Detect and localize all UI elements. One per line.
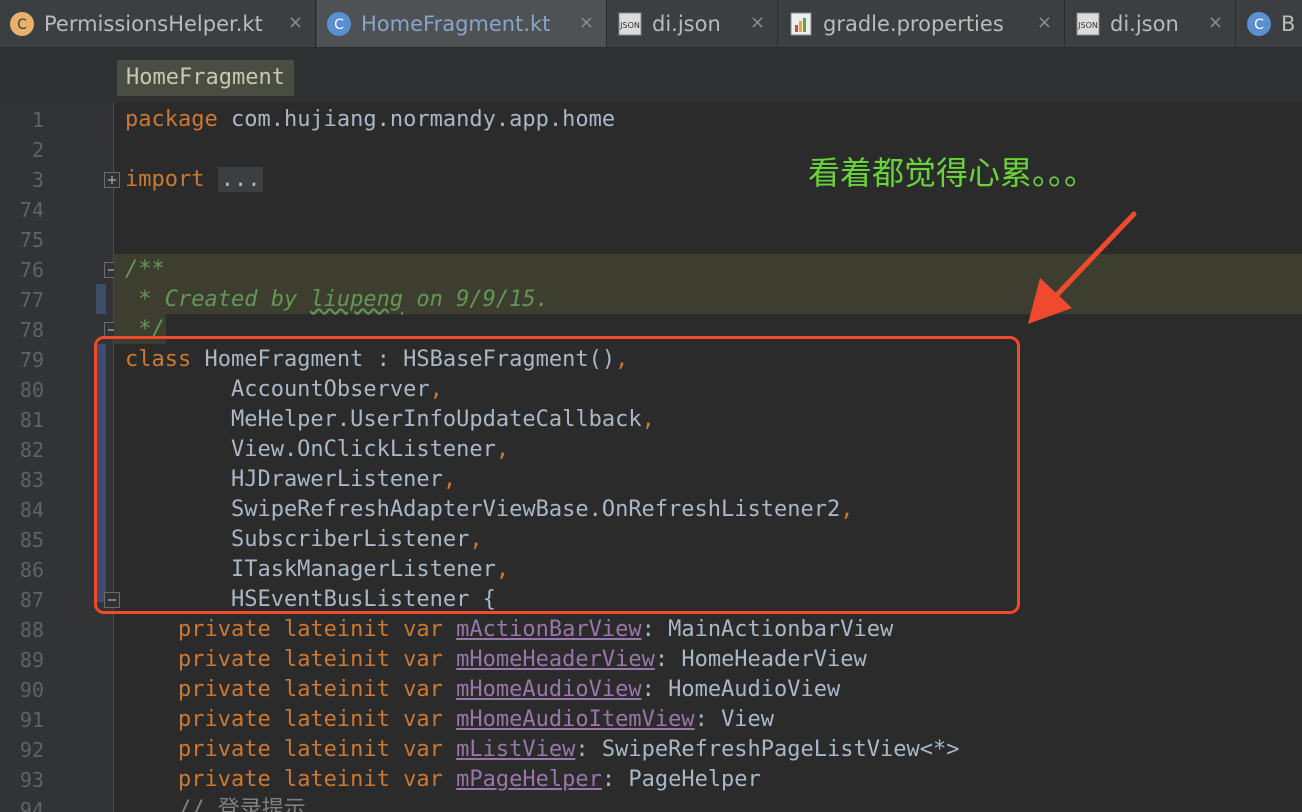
close-tab-icon[interactable]: × bbox=[579, 12, 594, 33]
code-line-76: /** bbox=[125, 257, 165, 282]
code-line-91: private lateinit var mHomeAudioItemView:… bbox=[177, 707, 775, 732]
line-number: 77 bbox=[19, 288, 44, 312]
svg-text:C: C bbox=[1254, 17, 1264, 33]
line-number: 1 bbox=[31, 108, 44, 132]
annotation-text: 看着都觉得心累。。。 bbox=[808, 154, 1097, 192]
line-number: 91 bbox=[19, 708, 44, 732]
highlight-box bbox=[94, 336, 1020, 614]
code-line-88: private lateinit var mActionBarView: Mai… bbox=[177, 617, 894, 642]
line-number: 74 bbox=[19, 198, 44, 222]
close-tab-icon[interactable]: × bbox=[1208, 12, 1223, 33]
tab-home-fragment[interactable]: C HomeFragment.kt × bbox=[317, 0, 607, 47]
line-number: 79 bbox=[19, 348, 44, 372]
tab-di-json[interactable]: JSON di.json × bbox=[608, 0, 778, 47]
code-line-77: * Created by liupeng on 9/9/15. bbox=[125, 287, 549, 312]
annotation-arrow-icon bbox=[1028, 211, 1137, 324]
line-number: 86 bbox=[19, 558, 44, 582]
line-number: 84 bbox=[19, 498, 44, 522]
close-tab-icon[interactable]: × bbox=[288, 12, 303, 33]
svg-text:JSON: JSON bbox=[1077, 21, 1098, 30]
tab-permissions-helper[interactable]: C PermissionsHelper.kt × bbox=[0, 0, 316, 47]
line-number: 80 bbox=[19, 378, 44, 402]
vcs-change-marker bbox=[96, 284, 106, 314]
line-number: 88 bbox=[19, 618, 44, 642]
kotlin-class-icon: C bbox=[327, 12, 351, 36]
breadcrumb-bar: HomeFragment bbox=[0, 48, 1302, 102]
code-line-3: import ... bbox=[125, 165, 264, 195]
breadcrumb[interactable]: HomeFragment bbox=[117, 60, 294, 96]
close-tab-icon[interactable]: × bbox=[1037, 12, 1052, 33]
line-number: 87 bbox=[19, 588, 44, 612]
code-line-89: private lateinit var mHomeHeaderView: Ho… bbox=[177, 647, 867, 672]
svg-text:C: C bbox=[17, 17, 27, 33]
editor-tab-bar: C PermissionsHelper.kt × C HomeFragment.… bbox=[0, 0, 1302, 48]
code-line-92: private lateinit var mListView: SwipeRef… bbox=[177, 737, 960, 762]
line-number: 90 bbox=[19, 678, 44, 702]
json-file-icon: JSON bbox=[1076, 12, 1100, 36]
svg-text:JSON: JSON bbox=[619, 21, 640, 30]
line-number: 3 bbox=[31, 168, 44, 192]
line-number: 94 bbox=[19, 798, 44, 812]
tab-overflow[interactable]: C B bbox=[1237, 0, 1302, 47]
tab-label: B bbox=[1281, 12, 1296, 36]
line-number: 83 bbox=[19, 468, 44, 492]
svg-text:C: C bbox=[334, 17, 344, 33]
tab-gradle-properties[interactable]: gradle.properties × bbox=[779, 0, 1065, 47]
line-number: 78 bbox=[19, 318, 44, 342]
line-number: 92 bbox=[19, 738, 44, 762]
code-line-93: private lateinit var mPageHelper: PageHe… bbox=[177, 767, 761, 792]
kotlin-class-icon: C bbox=[1247, 12, 1271, 36]
line-number: 2 bbox=[31, 138, 44, 162]
code-line-1: package com.hujiang.normandy.app.home bbox=[125, 107, 616, 132]
line-number: 89 bbox=[19, 648, 44, 672]
tab-label: di.json bbox=[652, 12, 721, 36]
folded-imports[interactable]: ... bbox=[217, 167, 264, 192]
code-line-94: // 登录提示 bbox=[125, 797, 306, 812]
line-number: 93 bbox=[19, 768, 44, 792]
line-number: 85 bbox=[19, 528, 44, 552]
properties-file-icon bbox=[790, 12, 812, 36]
tab-label: PermissionsHelper.kt bbox=[44, 12, 263, 36]
line-number: 75 bbox=[19, 228, 44, 252]
kotlin-class-icon: C bbox=[10, 12, 34, 36]
close-tab-icon[interactable]: × bbox=[750, 12, 765, 33]
tab-label: di.json bbox=[1110, 12, 1179, 36]
tab-label: HomeFragment.kt bbox=[361, 12, 551, 36]
code-line-90: private lateinit var mHomeAudioView: Hom… bbox=[177, 677, 841, 702]
line-number: 82 bbox=[19, 438, 44, 462]
tab-label: gradle.properties bbox=[823, 12, 1004, 36]
json-file-icon: JSON bbox=[618, 12, 642, 36]
line-number: 76 bbox=[19, 258, 44, 282]
tab-di-json-2[interactable]: JSON di.json × bbox=[1066, 0, 1236, 47]
line-number: 81 bbox=[19, 408, 44, 432]
